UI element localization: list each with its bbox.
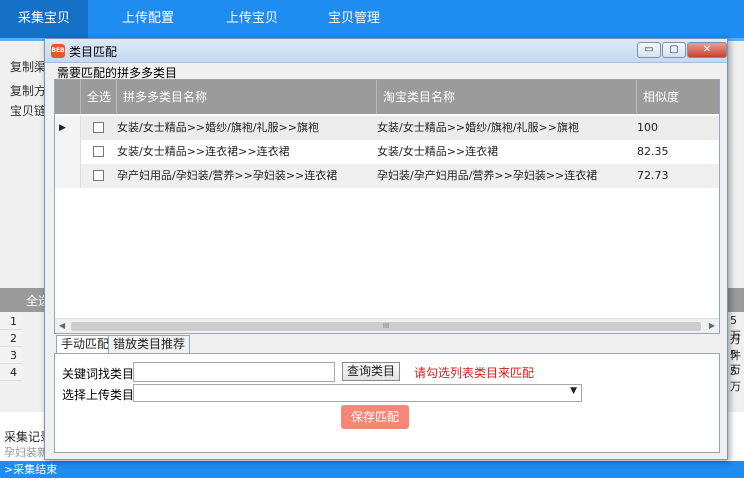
similarity-cell: 100: [637, 121, 658, 134]
row-checkbox[interactable]: [93, 170, 104, 181]
category-grid: 全选 拼多多类目名称 淘宝类目名称 相似度 ▶ 女装/女士精品>>婚纱/旗袍/礼…: [54, 79, 720, 334]
status-bar: >采集结束: [0, 461, 744, 478]
taobao-category-cell: 女装/女士精品>>连衣裙: [377, 145, 499, 158]
bg-row-number: 2: [0, 330, 22, 347]
keyword-input[interactable]: [133, 362, 335, 382]
taobao-category-cell: 孕妇装/孕产妇用品/营养>>孕妇装>>连衣裙: [377, 169, 598, 182]
similarity-cell: 72.73: [637, 169, 669, 182]
bg-label-copy-channel: 复制渠: [10, 60, 47, 74]
table-row[interactable]: ▶ 女装/女士精品>>婚纱/旗袍/礼服>>旗袍 女装/女士精品>>婚纱/旗袍/礼…: [55, 116, 719, 140]
category-match-dialog: BEB 类目匹配 ▭ ▢ ✕ 需要匹配的拼多多类目 全选 拼多多类目名称 淘宝类…: [44, 38, 728, 460]
horizontal-scrollbar[interactable]: ◀ III ▶: [55, 318, 719, 333]
similarity-cell: 82.35: [637, 145, 669, 158]
nav-tab-upload-item[interactable]: 上传宝贝: [208, 0, 296, 38]
row-header: [55, 140, 81, 164]
row-header: [55, 164, 81, 188]
hint-text: 请勾选列表类目来匹配: [414, 366, 535, 380]
keyword-label: 关键词找类目: [62, 367, 135, 381]
pdd-category-cell: 女装/女士精品>>婚纱/旗袍/礼服>>旗袍: [117, 121, 319, 134]
scroll-right-icon[interactable]: ▶: [709, 321, 715, 330]
bg-collect-log-text: 孕妇装新: [4, 446, 48, 459]
similarity-header[interactable]: 相似度: [637, 80, 719, 114]
bg-row-number: 1: [0, 313, 22, 330]
tab-misplaced-category[interactable]: 错放类目推荐: [108, 335, 191, 353]
table-row[interactable]: 女装/女士精品>>连衣裙>>连衣裙 女装/女士精品>>连衣裙 82.35: [55, 140, 719, 164]
search-category-button[interactable]: 查询类目: [342, 362, 400, 381]
row-checkbox[interactable]: [93, 146, 104, 157]
dialog-titlebar[interactable]: BEB 类目匹配 ▭ ▢ ✕: [45, 39, 727, 63]
nav-tab-item-management[interactable]: 宝贝管理: [310, 0, 398, 38]
minimize-icon[interactable]: ▭: [637, 42, 661, 58]
save-match-button[interactable]: 保存匹配: [341, 405, 409, 429]
pdd-category-cell: 孕产妇用品/孕妇装/营养>>孕妇装>>连衣裙: [117, 169, 338, 182]
bg-label-copy-method: 复制方: [10, 84, 47, 98]
table-row[interactable]: 孕产妇用品/孕妇装/营养>>孕妇装>>连衣裙 孕妇装/孕产妇用品/营养>>孕妇装…: [55, 164, 719, 188]
bg-label-item-link: 宝贝链: [10, 104, 47, 118]
close-icon[interactable]: ✕: [687, 42, 727, 58]
row-checkbox[interactable]: [93, 122, 104, 133]
dialog-title: 类目匹配: [69, 45, 118, 59]
bg-row-number: 3: [0, 347, 22, 364]
select-all-header[interactable]: 全选: [81, 80, 117, 114]
chevron-down-icon[interactable]: ▼: [570, 386, 577, 396]
upload-category-select[interactable]: ▼: [133, 384, 582, 402]
app-icon: BEB: [51, 44, 65, 58]
pdd-category-header[interactable]: 拼多多类目名称: [117, 80, 377, 114]
upload-category-label: 选择上传类目: [62, 388, 135, 402]
tab-manual-match[interactable]: 手动匹配: [56, 335, 115, 354]
current-row-marker: ▶: [55, 116, 81, 140]
nav-tab-collect[interactable]: 采集宝贝: [0, 0, 88, 38]
taobao-category-cell: 女装/女士精品>>婚纱/旗袍/礼服>>旗袍: [377, 121, 579, 134]
scroll-left-icon[interactable]: ◀: [59, 321, 65, 330]
grid-header-corner: [55, 80, 81, 114]
bg-row-value: 5万: [730, 365, 741, 393]
taobao-category-header[interactable]: 淘宝类目名称: [377, 80, 637, 114]
pdd-category-cell: 女装/女士精品>>连衣裙>>连衣裙: [117, 145, 290, 158]
nav-tab-upload-config[interactable]: 上传配置: [104, 0, 192, 38]
top-navigation: 采集宝贝 上传配置 上传宝贝 宝贝管理: [0, 0, 744, 38]
grid-header: 全选 拼多多类目名称 淘宝类目名称 相似度: [55, 80, 719, 114]
scrollbar-thumb[interactable]: III: [71, 322, 701, 331]
maximize-icon[interactable]: ▢: [662, 42, 686, 58]
bg-row-number: 4: [0, 364, 22, 381]
